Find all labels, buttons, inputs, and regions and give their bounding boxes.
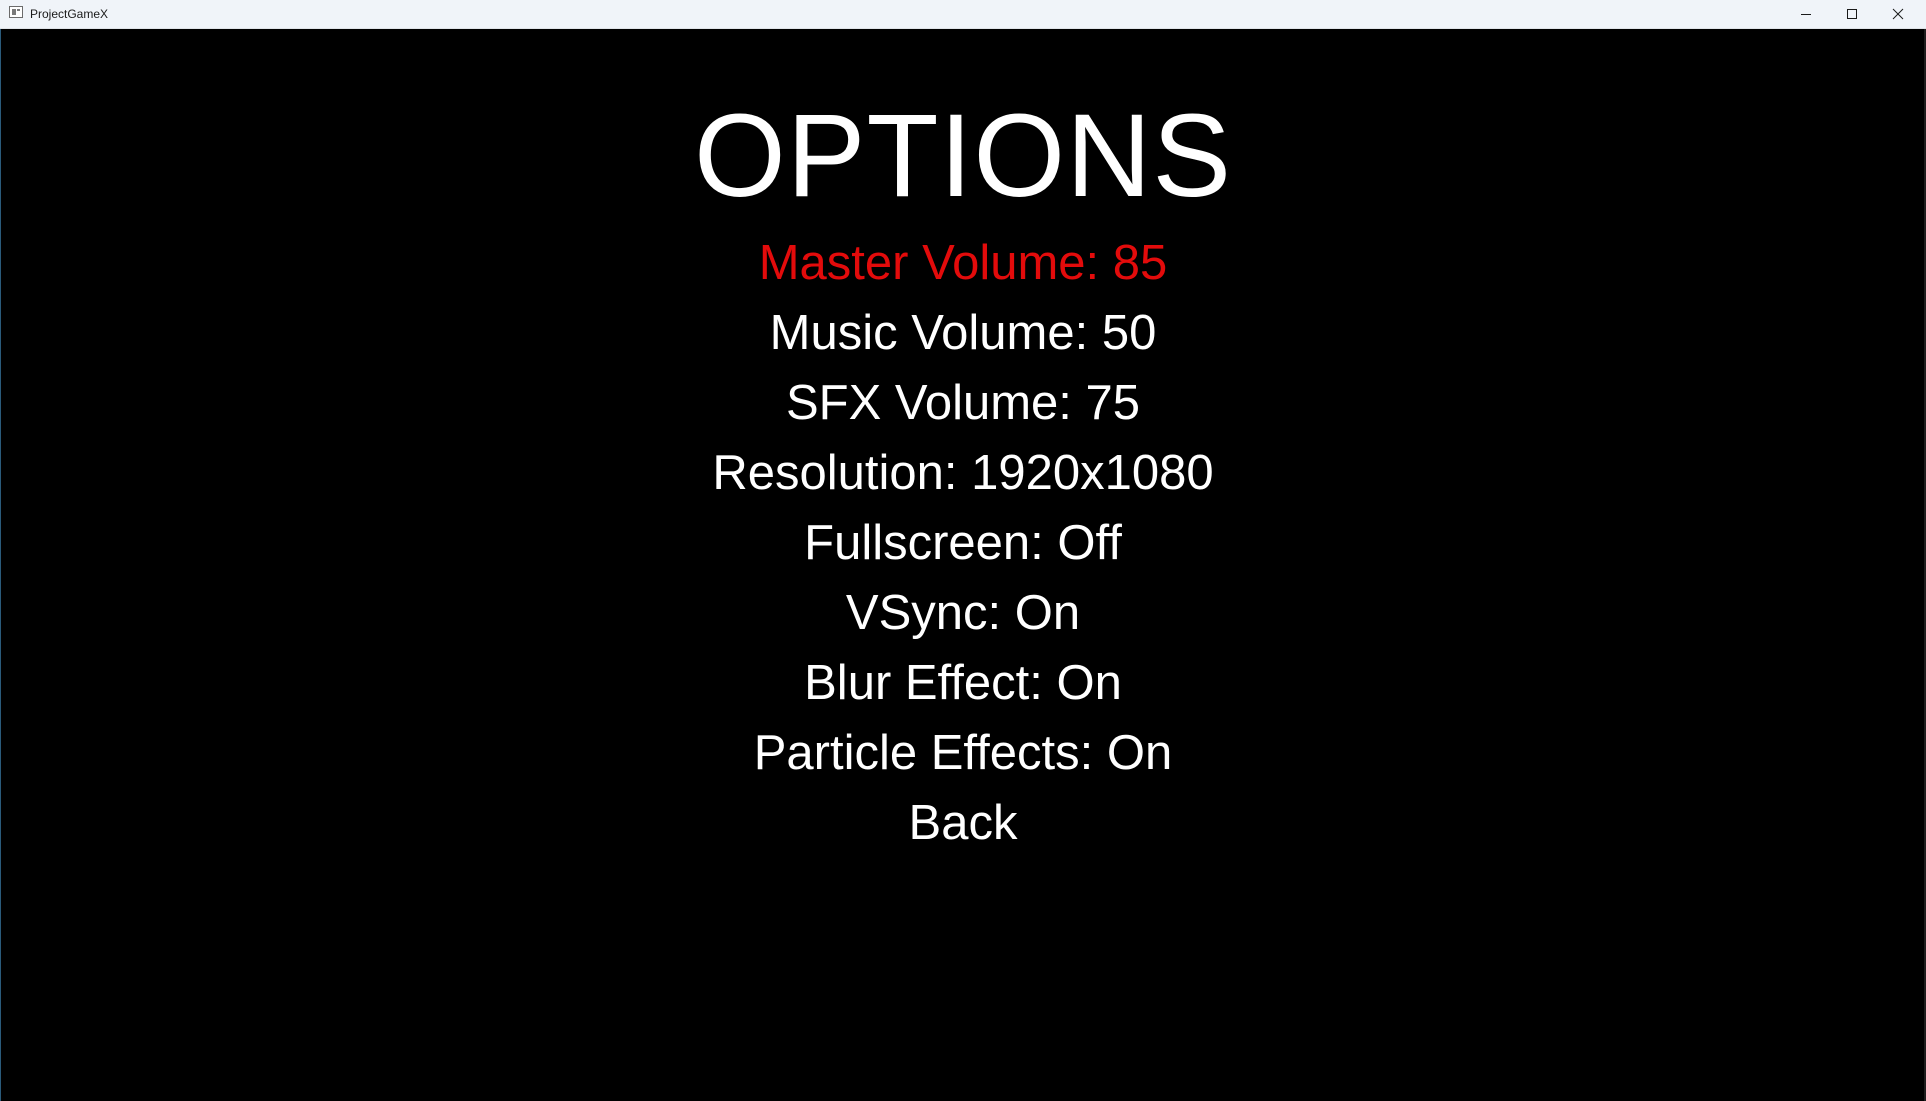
title-bar[interactable]: ProjectGameX bbox=[0, 0, 1926, 29]
options-menu: OPTIONS Master Volume: 85 Music Volume: … bbox=[0, 29, 1926, 1029]
menu-item-vsync[interactable]: VSync: On bbox=[0, 585, 1926, 641]
minimize-icon bbox=[1801, 14, 1811, 15]
menu-item-particle-effects[interactable]: Particle Effects: On bbox=[0, 725, 1926, 781]
maximize-icon bbox=[1847, 9, 1857, 19]
options-heading: OPTIONS bbox=[693, 90, 1233, 222]
game-window: ProjectGameX OPTIONS Master Volume: 85 M… bbox=[0, 0, 1926, 1101]
menu-item-master-volume[interactable]: Master Volume: 85 bbox=[0, 235, 1926, 291]
menu-item-sfx-volume[interactable]: SFX Volume: 75 bbox=[0, 375, 1926, 431]
window-title: ProjectGameX bbox=[30, 7, 109, 21]
menu-item-back[interactable]: Back bbox=[0, 795, 1926, 851]
minimize-button[interactable] bbox=[1783, 0, 1829, 28]
menu-item-resolution[interactable]: Resolution: 1920x1080 bbox=[0, 445, 1926, 501]
app-window-icon bbox=[9, 6, 23, 18]
menu-item-fullscreen[interactable]: Fullscreen: Off bbox=[0, 515, 1926, 571]
close-icon bbox=[1892, 8, 1904, 20]
menu-item-blur-effect[interactable]: Blur Effect: On bbox=[0, 655, 1926, 711]
menu-item-music-volume[interactable]: Music Volume: 50 bbox=[0, 305, 1926, 361]
close-button[interactable] bbox=[1875, 0, 1921, 28]
maximize-button[interactable] bbox=[1829, 0, 1875, 28]
